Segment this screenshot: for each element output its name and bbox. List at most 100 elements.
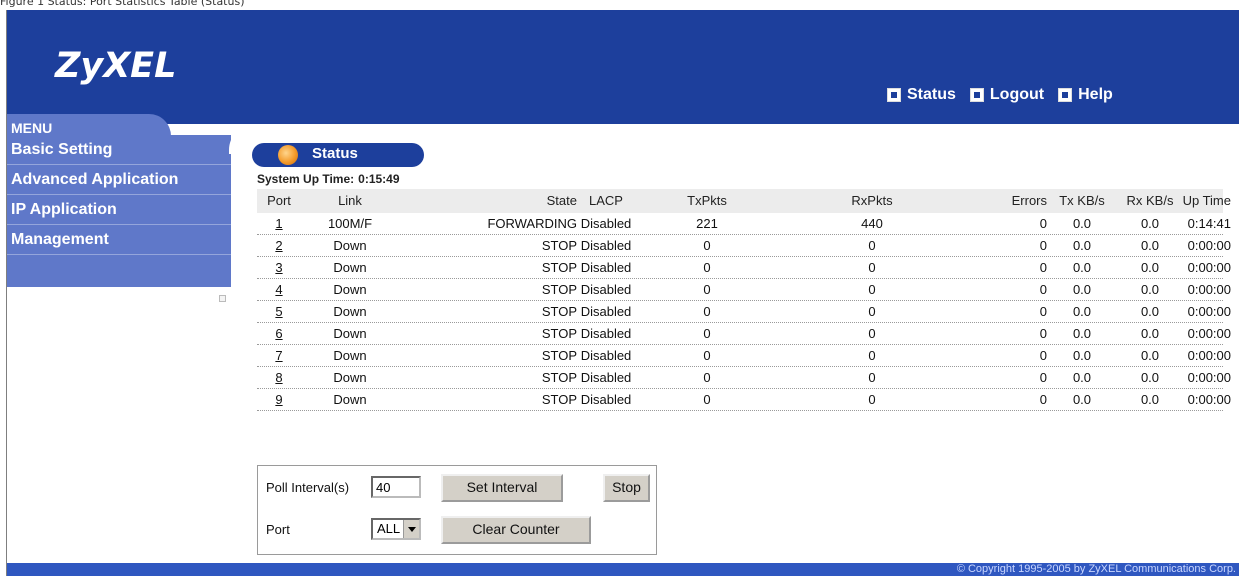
cell-errors: 0	[1039, 260, 1047, 275]
cell-lacp: Disabled	[580, 326, 632, 341]
cell-state: STOP	[541, 348, 577, 363]
poll-interval-input[interactable]	[371, 476, 421, 498]
cell-tx-kbs: 0.0	[1072, 370, 1092, 385]
cell-errors: 0	[1039, 282, 1047, 297]
logout-link-label: Logout	[989, 86, 1045, 103]
sidebar-item-basic-setting[interactable]: Basic Setting	[7, 135, 231, 165]
cell-lacp: Disabled	[580, 304, 632, 319]
help-link-label: Help	[1078, 86, 1113, 103]
cell-up-time: 0:00:00	[1187, 304, 1231, 319]
cell-port[interactable]: 9	[257, 392, 301, 407]
cell-txpkts: 0	[703, 304, 711, 319]
cell-up-time: 0:00:00	[1187, 260, 1231, 275]
port-link[interactable]: 5	[275, 304, 282, 319]
cell-txpkts: 0	[703, 238, 711, 253]
cell-tx-kbs: 0.0	[1072, 326, 1092, 341]
cell-state: FORWARDING	[487, 216, 577, 231]
port-link[interactable]: 3	[275, 260, 282, 275]
sidebar-item-ip-application[interactable]: IP Application	[7, 195, 231, 225]
cell-state: STOP	[541, 304, 577, 319]
cell-port[interactable]: 7	[257, 348, 301, 363]
clear-counter-button[interactable]: Clear Counter	[441, 516, 591, 544]
cell-link: Down	[333, 348, 367, 363]
cell-link: Down	[333, 304, 367, 319]
logout-icon	[969, 88, 984, 102]
status-section-header: Status	[252, 143, 424, 167]
cell-txpkts: 0	[703, 370, 711, 385]
cell-up-time: 0:00:00	[1187, 326, 1231, 341]
system-uptime: System Up Time: 0:15:49	[257, 172, 400, 186]
port-link[interactable]: 8	[275, 370, 282, 385]
cell-txpkts: 0	[703, 260, 711, 275]
copyright-text: © Copyright 1995-2005 by ZyXEL Communica…	[956, 563, 1236, 575]
stop-button[interactable]: Stop	[603, 474, 650, 502]
logout-link[interactable]: Logout	[969, 86, 1045, 104]
cell-tx-kbs: 0.0	[1072, 238, 1092, 253]
cell-lacp: Disabled	[580, 392, 632, 407]
cell-lacp: Disabled	[580, 348, 632, 363]
cell-link: Down	[333, 260, 367, 275]
cell-up-time: 0:14:41	[1187, 216, 1231, 231]
port-link[interactable]: 9	[275, 392, 282, 407]
table-row: 6 Down STOP Disabled 0 0 0 0.0 0.0 0:00:00	[257, 323, 1231, 345]
cell-txpkts: 0	[703, 392, 711, 407]
home-icon	[887, 88, 901, 102]
port-select[interactable]: ALL	[371, 518, 421, 540]
help-link[interactable]: Help	[1058, 86, 1113, 104]
cell-port[interactable]: 6	[257, 326, 301, 341]
cell-errors: 0	[1039, 326, 1047, 341]
control-panel: Poll Interval(s) Set Interval Stop Port …	[257, 465, 657, 555]
cell-tx-kbs: 0.0	[1072, 304, 1092, 319]
port-link[interactable]: 1	[275, 216, 282, 231]
cell-txpkts: 221	[696, 216, 718, 231]
cell-port[interactable]: 8	[257, 370, 301, 385]
cell-link: Down	[333, 392, 367, 407]
cell-lacp: Disabled	[580, 216, 632, 231]
sidebar: Basic Setting Advanced Application IP Ap…	[7, 135, 231, 287]
status-link-label: Status	[907, 86, 956, 103]
cell-link: Down	[333, 238, 367, 253]
cell-port[interactable]: 1	[257, 216, 301, 231]
cell-link: Down	[333, 282, 367, 297]
col-port: Port	[267, 193, 291, 208]
sidebar-item-advanced-application[interactable]: Advanced Application	[7, 165, 231, 195]
cell-errors: 0	[1039, 238, 1047, 253]
cell-port[interactable]: 5	[257, 304, 301, 319]
set-interval-button[interactable]: Set Interval	[441, 474, 563, 502]
cell-port[interactable]: 3	[257, 260, 301, 275]
cell-port[interactable]: 4	[257, 282, 301, 297]
cell-rxpkts: 0	[868, 238, 876, 253]
table-row: 8 Down STOP Disabled 0 0 0 0.0 0.0 0:00:00	[257, 367, 1231, 389]
cell-link: Down	[333, 326, 367, 341]
cell-port[interactable]: 2	[257, 238, 301, 253]
port-status-table: Port Link State LACP TxPkts RxPkts Error…	[257, 189, 1231, 411]
port-link[interactable]: 4	[275, 282, 282, 297]
table-row: 5 Down STOP Disabled 0 0 0 0.0 0.0 0:00:00	[257, 301, 1231, 323]
cell-tx-kbs: 0.0	[1072, 216, 1092, 231]
table-row: 3 Down STOP Disabled 0 0 0 0.0 0.0 0:00:00	[257, 257, 1231, 279]
table-body: 1 100M/F FORWARDING Disabled 221 440 0 0.0 0.0 0:…	[257, 213, 1231, 411]
table-header: Port Link State LACP TxPkts RxPkts Error…	[257, 189, 1231, 213]
status-link[interactable]: Status	[887, 86, 956, 104]
table-row: 9 Down STOP Disabled 0 0 0 0.0 0.0 0:00:00	[257, 389, 1231, 411]
port-link[interactable]: 6	[275, 326, 282, 341]
cell-state: STOP	[541, 326, 577, 341]
status-orb-icon	[278, 145, 298, 165]
col-rxpkts: RxPkts	[851, 193, 893, 208]
port-link[interactable]: 7	[275, 348, 282, 363]
col-tx-kbs: Tx KB/s	[1059, 193, 1105, 208]
cell-up-time: 0:00:00	[1187, 238, 1231, 253]
chevron-down-icon[interactable]	[403, 520, 419, 538]
cell-rxpkts: 0	[868, 326, 876, 341]
zyxel-logo: ZyXEL	[55, 46, 177, 86]
cell-errors: 0	[1039, 348, 1047, 363]
table-row: 2 Down STOP Disabled 0 0 0 0.0 0.0 0:00:00	[257, 235, 1231, 257]
cell-txpkts: 0	[703, 326, 711, 341]
port-link[interactable]: 2	[275, 238, 282, 253]
cell-errors: 0	[1039, 392, 1047, 407]
sidebar-resize-handle[interactable]	[219, 295, 226, 302]
cell-txpkts: 0	[703, 348, 711, 363]
uptime-label: System Up Time:	[257, 172, 355, 186]
sidebar-item-management[interactable]: Management	[7, 225, 231, 255]
cell-state: STOP	[541, 392, 577, 407]
